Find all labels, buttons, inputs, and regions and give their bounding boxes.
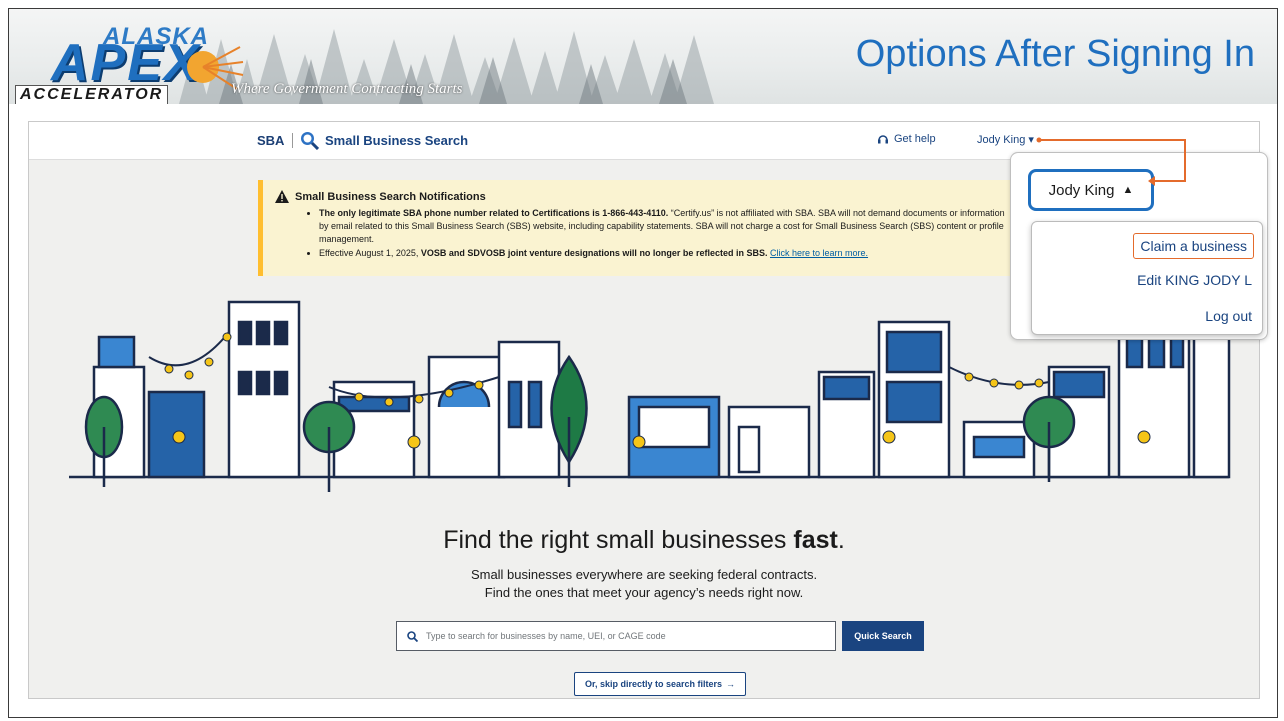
warning-icon: [275, 190, 289, 203]
hero-subtitle-line2: Find the ones that meet your agency’s ne…: [484, 585, 804, 600]
headset-icon: [878, 135, 888, 144]
search-icon: [407, 630, 418, 642]
slide: ALASKA APEX ACCELERATOR Where Government…: [8, 8, 1278, 718]
magnifier-icon: [301, 132, 319, 150]
skip-to-filters-button[interactable]: Or, skip directly to search filters →: [574, 672, 746, 696]
notifications-title: Small Business Search Notifications: [295, 190, 486, 203]
hero-title-period: .: [837, 526, 845, 554]
caret-up-icon: ▲: [1122, 184, 1134, 196]
quick-search-button[interactable]: Quick Search: [842, 621, 924, 651]
search-box[interactable]: [396, 621, 836, 651]
tagline: Where Government Contracting Starts: [231, 81, 463, 97]
app-brand[interactable]: Small Business Search: [299, 130, 468, 150]
slide-title: Options After Signing In: [855, 33, 1255, 75]
apex-accelerator-logo: ALASKA APEX ACCELERATOR: [15, 23, 255, 104]
logo-apex: APEX: [51, 34, 201, 92]
notification-phone: The only legitimate SBA phone number rel…: [319, 208, 669, 218]
search-input[interactable]: [426, 631, 826, 641]
user-menu-name: Jody King: [1048, 181, 1115, 199]
user-dropdown-menu: Claim a business Edit KING JODY L Log ou…: [1031, 221, 1263, 335]
logo-accelerator: ACCELERATOR: [15, 85, 169, 104]
notification-date: Effective August 1, 2025,: [319, 248, 421, 258]
slide-banner: ALASKA APEX ACCELERATOR Where Government…: [9, 9, 1277, 104]
notification-item: Effective August 1, 2025, VOSB and SDVOS…: [319, 247, 1016, 260]
sba-logo[interactable]: SBA: [257, 133, 294, 148]
get-help-link[interactable]: Get help: [877, 133, 936, 145]
hero-title-text: Find the right small businesses: [443, 526, 794, 554]
hero-subtitle: Small businesses everywhere are seeking …: [29, 566, 1259, 602]
claim-business-item[interactable]: Claim a business: [1133, 233, 1254, 259]
user-menu-toggle[interactable]: Jody King ▾: [977, 133, 1034, 146]
user-menu-button-zoomed[interactable]: Jody King ▲: [1028, 169, 1154, 211]
arrow-right-icon: →: [726, 679, 736, 689]
hero-subtitle-line1: Small businesses everywhere are seeking …: [470, 567, 818, 582]
app-name: Small Business Search: [325, 132, 469, 148]
skip-to-filters-label: Or, skip directly to search filters: [584, 679, 723, 689]
edit-profile-item[interactable]: Edit KING JODY L: [1137, 272, 1252, 288]
get-help-label: Get help: [894, 133, 936, 145]
user-name: Jody King: [977, 134, 1026, 146]
notification-vosb: VOSB and SDVOSB joint venture designatio…: [420, 248, 768, 258]
notification-item: The only legitimate SBA phone number rel…: [319, 207, 1016, 246]
notifications-banner: Small Business Search Notifications The …: [258, 180, 1028, 276]
log-out-item[interactable]: Log out: [1205, 308, 1252, 324]
caret-down-icon: ▾: [1028, 134, 1034, 146]
learn-more-link[interactable]: Click here to learn more.: [770, 248, 868, 258]
hero-title-bold: fast: [793, 526, 838, 554]
hero-title: Find the right small businesses fast.: [29, 526, 1259, 555]
